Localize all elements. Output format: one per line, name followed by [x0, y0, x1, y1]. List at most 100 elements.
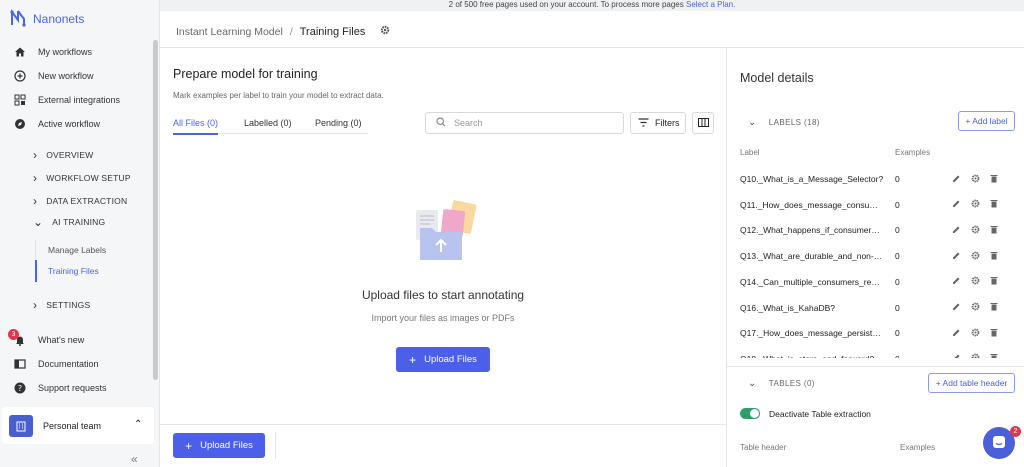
- delete-icon[interactable]: [990, 328, 998, 339]
- edit-icon[interactable]: [952, 302, 961, 313]
- delete-icon[interactable]: [990, 251, 998, 262]
- sidebar-item-active-workflow[interactable]: Active workflow: [13, 117, 100, 131]
- label-examples-count: 0: [884, 354, 944, 358]
- tab-pending[interactable]: Pending (0): [315, 118, 362, 133]
- filters-label: Filters: [655, 118, 680, 128]
- team-name: Personal team: [43, 420, 102, 431]
- grid-icon: [13, 93, 27, 107]
- edit-icon[interactable]: [952, 328, 961, 339]
- sidebar-section-ai-training[interactable]: ⌄ AI TRAINING: [33, 215, 105, 229]
- label-row[interactable]: Q13._What_are_durable_and_non-durable_su…: [740, 246, 1010, 266]
- chevron-down-icon: ⌄: [33, 215, 44, 229]
- settings-icon[interactable]: [971, 328, 980, 339]
- sidebar-item-external-integrations[interactable]: External integrations: [13, 93, 120, 107]
- sidebar-section-data-extraction[interactable]: › DATA EXTRACTION: [33, 194, 127, 208]
- settings-icon[interactable]: [971, 353, 980, 358]
- sidebar-item-label: Documentation: [38, 359, 99, 369]
- chevron-right-icon: ›: [33, 148, 38, 162]
- chevron-down-icon: ⌄: [748, 378, 757, 389]
- section-label: SETTINGS: [46, 300, 91, 310]
- delete-icon[interactable]: [990, 225, 998, 236]
- tab-labelled[interactable]: Labelled (0): [244, 118, 292, 133]
- settings-icon[interactable]: [971, 225, 980, 236]
- label-name: Q18._What_is_store_and_forward?: [740, 354, 884, 358]
- sidebar-section-settings[interactable]: › SETTINGS: [33, 298, 90, 312]
- table-extraction-toggle[interactable]: [740, 408, 760, 419]
- add-table-header-button[interactable]: + Add table header: [928, 373, 1015, 393]
- sidebar-scrollbar[interactable]: [153, 40, 158, 380]
- search-placeholder: Search: [454, 118, 483, 128]
- plus-circle-icon: [13, 69, 27, 83]
- active-indicator: [35, 260, 37, 282]
- chat-unread-badge: 2: [1010, 426, 1021, 437]
- upload-files-button[interactable]: + Upload Files: [396, 347, 490, 372]
- search-input[interactable]: Search: [425, 112, 624, 134]
- team-icon: [9, 414, 33, 437]
- sidebar-item-my-workflows[interactable]: My workflows: [13, 45, 92, 59]
- home-icon: [13, 45, 27, 59]
- tab-all-files[interactable]: All Files (0): [173, 118, 219, 135]
- settings-icon[interactable]: [971, 199, 980, 210]
- label-name: Q17._How_does_message_persistence_work?: [740, 328, 884, 339]
- settings-icon[interactable]: [971, 251, 980, 262]
- label-name: Q16._What_is_KahaDB?: [740, 302, 835, 313]
- sidebar-item-label: My workflows: [38, 47, 93, 57]
- sidebar-item-manage-labels[interactable]: Manage Labels: [48, 245, 106, 255]
- label-row[interactable]: Q12._What_happens_if_consumer_is_slow? 0: [740, 220, 1010, 240]
- team-switcher[interactable]: Personal team ⌃: [2, 407, 154, 444]
- tables-section-header[interactable]: ⌄ TABLES (0): [748, 378, 815, 389]
- delete-icon[interactable]: [990, 353, 998, 358]
- sidebar-item-training-files[interactable]: Training Files: [48, 266, 99, 276]
- empty-state-subtitle: Import your files as images or PDFs: [371, 313, 515, 323]
- sidebar-item-whats-new[interactable]: What's new: [13, 333, 84, 347]
- settings-icon[interactable]: [971, 276, 980, 287]
- label-row[interactable]: Q10._What_is_a_Message_Selector? 0: [740, 169, 1010, 189]
- section-label: OVERVIEW: [46, 150, 94, 160]
- collapse-sidebar-icon[interactable]: «: [131, 452, 138, 466]
- tables-divider: [727, 366, 1024, 367]
- sidebar-item-new-workflow[interactable]: New workflow: [13, 69, 94, 83]
- breadcrumb-parent[interactable]: Instant Learning Model: [176, 26, 283, 38]
- delete-icon[interactable]: [990, 302, 998, 313]
- brand[interactable]: Nanonets: [10, 9, 84, 29]
- sidebar-item-support-requests[interactable]: ? Support requests: [13, 381, 107, 395]
- sidebar-item-label: What's new: [38, 335, 85, 345]
- columns-button[interactable]: [692, 112, 714, 134]
- label-row[interactable]: Q11._How_does_message_consumption_work? 0: [740, 195, 1010, 215]
- label-row[interactable]: Q17._How_does_message_persistence_work? 0: [740, 323, 1010, 343]
- sidebar: Nanonets My workflows New workflow Exter…: [0, 0, 160, 467]
- bottom-upload-files-button[interactable]: + Upload Files: [173, 433, 265, 458]
- gear-icon[interactable]: [380, 25, 390, 38]
- label-row[interactable]: Q14._Can_multiple_consumers_read_the_sam…: [740, 272, 1010, 292]
- section-label: WORKFLOW SETUP: [46, 173, 131, 183]
- label-row[interactable]: Q16._What_is_KahaDB? 0: [740, 298, 1010, 318]
- edit-icon[interactable]: [952, 251, 961, 262]
- edit-icon[interactable]: [952, 276, 961, 287]
- select-plan-link[interactable]: Select a Plan.: [686, 0, 735, 9]
- edit-icon[interactable]: [952, 225, 961, 236]
- labels-list[interactable]: Q10._What_is_a_Message_Selector? 0 Q11._Ho…: [727, 165, 1024, 358]
- edit-icon[interactable]: [952, 199, 961, 210]
- labels-section-title: LABELS (18): [768, 118, 820, 127]
- page-title: Prepare model for training: [173, 67, 318, 81]
- labels-section-header[interactable]: ⌄ LABELS (18): [748, 117, 820, 128]
- delete-icon[interactable]: [990, 174, 998, 185]
- search-icon: [436, 117, 446, 129]
- svg-text:?: ?: [18, 384, 22, 393]
- edit-icon[interactable]: [952, 353, 961, 358]
- chat-icon: [992, 435, 1006, 451]
- settings-icon[interactable]: [971, 174, 980, 185]
- delete-icon[interactable]: [990, 276, 998, 287]
- label-row[interactable]: Q18._What_is_store_and_forward?0: [740, 349, 1010, 358]
- sidebar-section-overview[interactable]: › OVERVIEW: [33, 148, 93, 162]
- delete-icon[interactable]: [990, 199, 998, 210]
- edit-icon[interactable]: [952, 174, 961, 185]
- sidebar-item-documentation[interactable]: Documentation: [13, 357, 99, 371]
- filters-button[interactable]: Filters: [630, 112, 686, 134]
- page-subtitle: Mark examples per label to train your mo…: [173, 91, 384, 100]
- sidebar-section-workflow-setup[interactable]: › WORKFLOW SETUP: [33, 171, 131, 185]
- usage-notice-text: 2 of 500 free pages used on your account…: [448, 0, 686, 9]
- sidebar-item-label: External integrations: [38, 95, 121, 105]
- add-label-button[interactable]: + Add label: [958, 111, 1015, 131]
- settings-icon[interactable]: [971, 302, 980, 313]
